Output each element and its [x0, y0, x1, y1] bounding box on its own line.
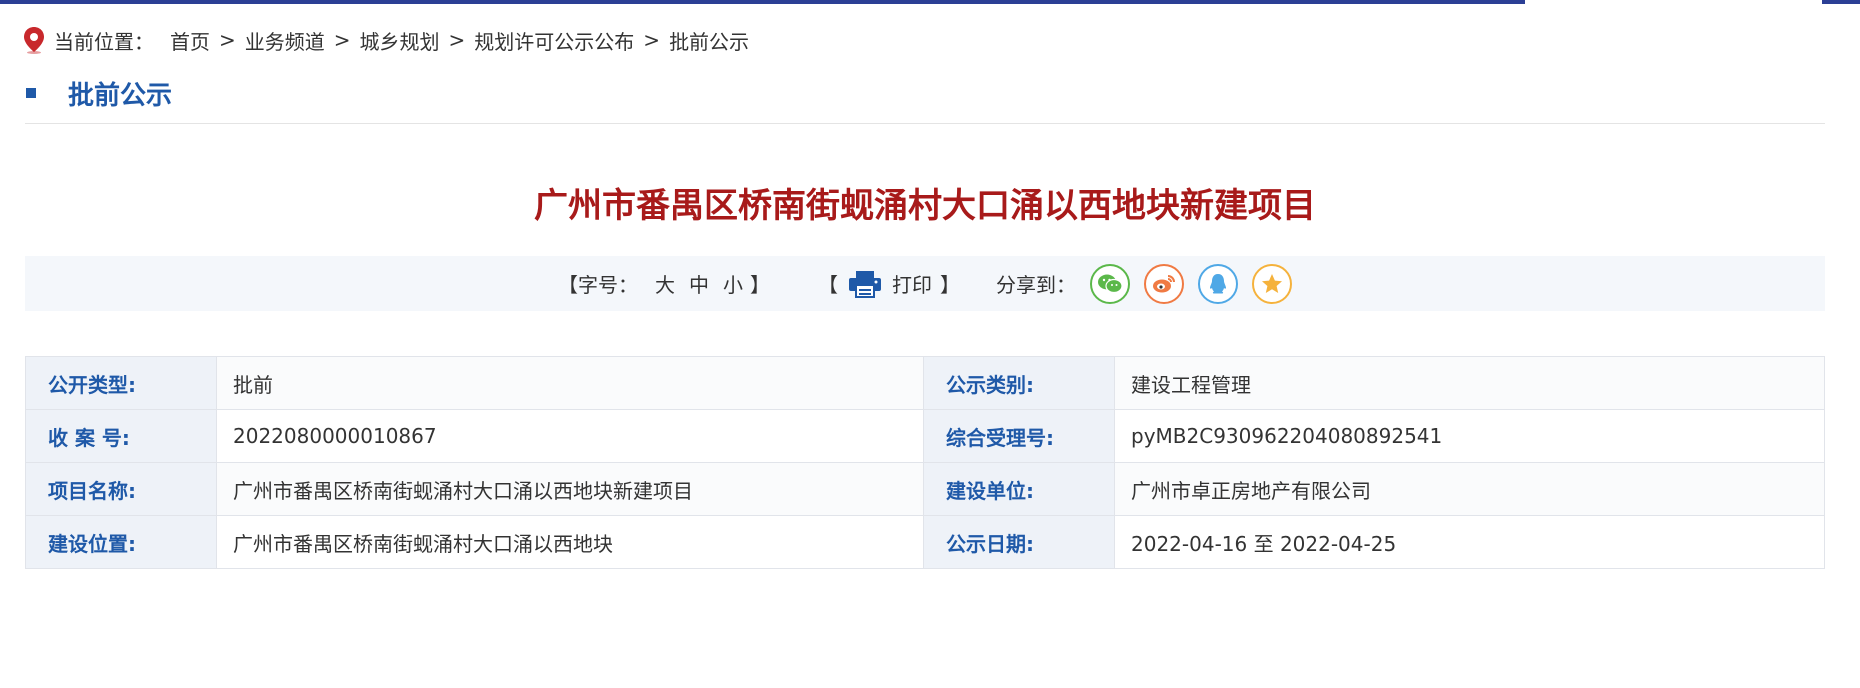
share-label: 分享到： [996, 273, 1076, 297]
breadcrumb-separator: > [643, 28, 661, 52]
document-title: 广州市番禺区桥南街蚬涌村大口涌以西地块新建项目 [534, 186, 1316, 226]
font-size-label: 【字号： [558, 273, 638, 297]
field-label: 项目名称: [25, 462, 217, 516]
section-divider [25, 123, 1825, 124]
field-label: 建设位置: [25, 515, 217, 569]
table-row: 公开类型: 批前 公示类别: 建设工程管理 [25, 356, 1825, 410]
field-label: 收 案 号: [25, 409, 217, 463]
font-size-controls: 【字号： 大 中 小 】 [558, 269, 770, 298]
article-toolbar: 【字号： 大 中 小 】 【 打印 】 分享到： [25, 256, 1825, 311]
breadcrumb-separator: > [219, 28, 236, 52]
font-size-large-button[interactable]: 大 [655, 269, 675, 298]
field-value: 2022080000010867 [216, 409, 924, 463]
print-close-bracket: 】 [940, 273, 960, 297]
breadcrumb-urban-planning[interactable]: 城乡规划 [360, 26, 440, 55]
print-button[interactable]: 打印 [892, 269, 932, 298]
breadcrumb-current[interactable]: 批前公示 [669, 26, 749, 55]
breadcrumb: 当前位置： 首页 > 业务频道 > 城乡规划 > 规划许可公示公布 > 批前公示 [22, 26, 749, 54]
font-size-close-bracket: 】 [750, 273, 770, 297]
field-label: 公示类别: [923, 356, 1115, 410]
field-label: 公开类型: [25, 356, 217, 410]
font-size-small-button[interactable]: 小 [723, 269, 743, 298]
breadcrumb-home[interactable]: 首页 [170, 26, 210, 55]
breadcrumb-label: 当前位置： [54, 29, 154, 54]
table-row: 项目名称: 广州市番禺区桥南街蚬涌村大口涌以西地块新建项目 建设单位: 广州市卓… [25, 462, 1825, 516]
font-size-medium-button[interactable]: 中 [689, 269, 709, 298]
field-value: 2022-04-16 至 2022-04-25 [1114, 515, 1825, 569]
wechat-icon[interactable] [1090, 263, 1130, 304]
favorite-star-icon[interactable] [1252, 263, 1292, 304]
section-header: 批前公示 [26, 78, 172, 111]
field-value: 建设工程管理 [1114, 356, 1825, 410]
info-table: 公开类型: 批前 公示类别: 建设工程管理 收 案 号: 20220800000… [25, 356, 1825, 569]
field-value: 批前 [216, 356, 924, 410]
printer-icon[interactable] [848, 270, 882, 298]
field-value: 广州市番禺区桥南街蚬涌村大口涌以西地块新建项目 [216, 462, 924, 516]
location-pin-icon [24, 27, 44, 54]
table-row: 建设位置: 广州市番禺区桥南街蚬涌村大口涌以西地块 公示日期: 2022-04-… [25, 515, 1825, 569]
qq-icon[interactable] [1198, 263, 1238, 304]
breadcrumb-planning-permits[interactable]: 规划许可公示公布 [474, 26, 634, 55]
top-accent-bar-right [1822, 0, 1860, 4]
field-label: 综合受理号: [923, 409, 1115, 463]
breadcrumb-separator: > [448, 28, 466, 52]
weibo-icon[interactable] [1144, 263, 1184, 304]
print-control[interactable]: 【 打印 】 [818, 269, 960, 298]
table-row: 收 案 号: 2022080000010867 综合受理号: pyMB2C930… [25, 409, 1825, 463]
field-value: pyMB2C930962204080892541 [1114, 409, 1825, 463]
top-accent-bar [0, 0, 1525, 4]
field-label: 建设单位: [923, 462, 1115, 516]
section-title: 批前公示 [68, 80, 173, 111]
field-value: 广州市卓正房地产有限公司 [1114, 462, 1825, 516]
breadcrumb-business-channel[interactable]: 业务频道 [245, 26, 325, 55]
section-square-icon [26, 88, 36, 98]
field-label: 公示日期: [923, 515, 1115, 569]
share-controls: 分享到： [996, 263, 1292, 304]
field-value: 广州市番禺区桥南街蚬涌村大口涌以西地块 [216, 515, 924, 569]
breadcrumb-separator: > [333, 28, 351, 52]
print-open-bracket: 【 [818, 273, 838, 297]
